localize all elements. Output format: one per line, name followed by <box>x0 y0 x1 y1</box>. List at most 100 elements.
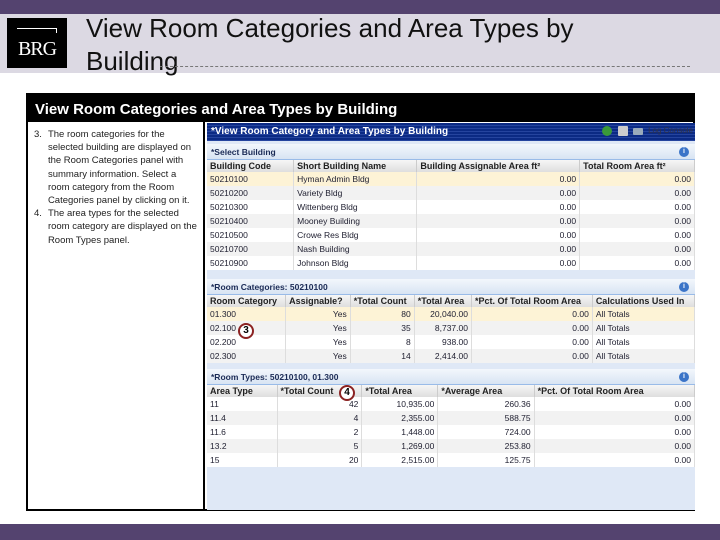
table-row[interactable]: 50210100 Hyman Admin Bldg 0.00 0.00 <box>207 172 695 186</box>
info-icon[interactable]: i <box>679 372 689 382</box>
table-row[interactable]: 50210900 Johnson Bldg 0.00 0.00 <box>207 256 695 270</box>
table-cell: 4 <box>277 411 363 425</box>
table-cell: Crowe Res Bldg <box>293 228 418 242</box>
table-row[interactable]: 15 20 2,515.00 125.75 0.00 <box>207 453 696 467</box>
table-cell: 10,935.00 <box>361 397 439 411</box>
step-number: 3. <box>34 129 42 140</box>
table-cell: 0.00 <box>416 242 581 256</box>
column-header[interactable]: Building Assignable Area ft² <box>416 160 581 172</box>
table-row[interactable]: 11.6 2 1,448.00 724.00 0.00 <box>207 425 696 439</box>
table-cell: 0.00 <box>416 256 581 270</box>
table-cell: 260.36 <box>437 397 535 411</box>
table-cell: Mooney Building <box>293 214 418 228</box>
info-icon[interactable]: i <box>679 147 689 157</box>
table-cell: Hyman Admin Bldg <box>293 172 418 186</box>
table-cell: 125.75 <box>437 453 535 467</box>
table-cell: Yes <box>285 321 351 335</box>
table-cell: 938.00 <box>414 335 472 349</box>
table-cell: 0.00 <box>471 321 593 335</box>
table-cell: Yes <box>285 335 351 349</box>
column-header[interactable]: *Pct. Of Total Room Area <box>534 385 696 397</box>
table-cell: 0.00 <box>534 439 696 453</box>
table-cell: 50210900 <box>207 256 295 270</box>
column-header[interactable]: *Total Count <box>350 295 415 307</box>
info-icon[interactable]: i <box>679 282 689 292</box>
column-header[interactable]: *Total Area <box>361 385 439 397</box>
table-cell: 5 <box>277 439 363 453</box>
column-header[interactable]: *Average Area <box>437 385 535 397</box>
room-types-grid: Area Type *Total Count *Total Area *Average… <box>207 385 696 467</box>
table-cell: 0.00 <box>579 256 695 270</box>
table-cell: All Totals <box>592 307 696 321</box>
toolbar: Log Console <box>602 126 693 136</box>
room-types-panel-header: *Room Types: 50210100, 01.300 i <box>207 369 695 385</box>
table-row[interactable]: 01.300 Yes 80 20,040.00 0.00 All Totals <box>207 307 696 321</box>
email-icon[interactable] <box>632 127 643 135</box>
table-row[interactable]: 02.200 Yes 8 938.00 0.00 All Totals <box>207 335 696 349</box>
table-row[interactable]: 11 42 10,935.00 260.36 0.00 <box>207 397 696 411</box>
column-header[interactable]: *Total Area <box>414 295 472 307</box>
column-header[interactable]: Room Category <box>207 295 287 307</box>
table-cell: 13.2 <box>207 439 278 453</box>
column-header[interactable]: Total Room Area ft² <box>579 160 695 172</box>
table-cell: 11.4 <box>207 411 278 425</box>
table-cell: 0.00 <box>534 425 696 439</box>
table-cell: 8 <box>350 335 415 349</box>
room-categories-panel-header: *Room Categories: 50210100 i <box>207 279 695 295</box>
table-row[interactable]: 50210400 Mooney Building 0.00 0.00 <box>207 214 695 228</box>
column-header[interactable]: Calculations Used In <box>592 295 696 307</box>
add-icon[interactable] <box>602 126 613 136</box>
table-row[interactable]: 11.4 4 2,355.00 588.75 0.00 <box>207 411 696 425</box>
table-row[interactable]: 50210700 Nash Building 0.00 0.00 <box>207 242 695 256</box>
table-cell: 0.00 <box>579 242 695 256</box>
table-row[interactable]: 02.300 Yes 14 2,414.00 0.00 All Totals <box>207 349 696 363</box>
table-cell: 2,515.00 <box>361 453 439 467</box>
table-cell: 50210700 <box>207 242 295 256</box>
instruction-step: 3. The room categories for the selected b… <box>34 128 199 207</box>
table-cell: 35 <box>350 321 415 335</box>
table-cell: 0.00 <box>579 228 695 242</box>
table-cell: 50210100 <box>207 172 295 186</box>
table-cell: 01.300 <box>207 307 287 321</box>
app-title: *View Room Category and Area Types by Bu… <box>211 126 449 137</box>
table-cell: 0.00 <box>534 411 696 425</box>
table-row[interactable]: 50210500 Crowe Res Bldg 0.00 0.00 <box>207 228 695 242</box>
table-row[interactable]: 50210200 Variety Bldg 0.00 0.00 <box>207 186 695 200</box>
column-header[interactable]: *Pct. Of Total Room Area <box>471 295 593 307</box>
table-cell: 1,448.00 <box>361 425 439 439</box>
panel-title: *Select Building <box>211 147 276 157</box>
table-cell: 11.6 <box>207 425 278 439</box>
table-cell: 0.00 <box>579 186 695 200</box>
column-header[interactable]: Assignable? <box>285 295 351 307</box>
app-title-bar: *View Room Category and Area Types by Bu… <box>207 123 695 141</box>
table-cell: 0.00 <box>471 307 593 321</box>
callout-4: 4 <box>339 385 355 401</box>
table-cell: 0.00 <box>579 214 695 228</box>
table-cell: 50210500 <box>207 228 295 242</box>
table-cell: Johnson Bldg <box>293 256 418 270</box>
column-header[interactable]: Short Building Name <box>293 160 418 172</box>
table-row[interactable]: 50210300 Wittenberg Bldg 0.00 0.00 <box>207 200 695 214</box>
table-cell: 02.300 <box>207 349 287 363</box>
column-header[interactable]: Area Type <box>207 385 278 397</box>
column-header[interactable]: Building Code <box>207 160 295 172</box>
frame-title: View Room Categories and Area Types by B… <box>28 95 693 122</box>
table-cell: 724.00 <box>437 425 535 439</box>
buildings-grid: Building Code Short Building Name Building… <box>207 160 695 270</box>
table-row[interactable]: 02.100 Yes 35 8,737.00 0.00 All Totals <box>207 321 696 335</box>
step-text: The room categories for the selected bui… <box>47 129 192 207</box>
table-cell: 0.00 <box>416 186 581 200</box>
logo-text: BRG <box>17 38 57 60</box>
table-cell: 0.00 <box>416 200 581 214</box>
panel-title: *Room Types: 50210100, 01.300 <box>211 372 339 382</box>
table-cell: 0.00 <box>471 349 593 363</box>
table-cell: 1,269.00 <box>361 439 439 453</box>
splitter[interactable] <box>207 270 695 279</box>
table-cell: 0.00 <box>579 172 695 186</box>
table-row[interactable]: 13.2 5 1,269.00 253.80 0.00 <box>207 439 696 453</box>
table-cell: Nash Building <box>293 242 418 256</box>
table-cell: 2 <box>277 425 363 439</box>
table-cell: 0.00 <box>534 397 696 411</box>
log-console-link[interactable]: Log Console <box>648 126 693 135</box>
print-icon[interactable] <box>617 126 628 136</box>
